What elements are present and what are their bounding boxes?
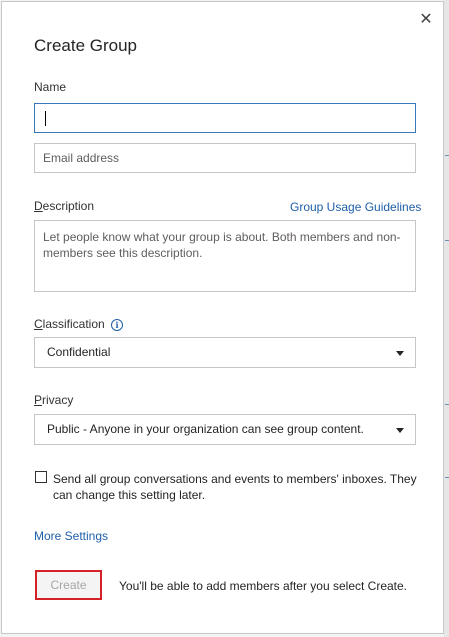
group-usage-guidelines-link[interactable]: Group Usage Guidelines	[290, 200, 421, 214]
send-conversations-checkbox[interactable]	[35, 471, 47, 483]
privacy-select[interactable]: Public - Anyone in your organization can…	[34, 414, 416, 445]
email-field[interactable]: Email address	[34, 143, 416, 173]
text-caret	[45, 111, 46, 126]
classification-label: Classification	[34, 317, 105, 331]
description-textarea[interactable]: Let people know what your group is about…	[34, 220, 416, 292]
description-label-accesskey: D	[34, 199, 43, 213]
classification-value: Confidential	[47, 345, 111, 359]
edge-mark	[445, 477, 449, 478]
edge-mark	[445, 240, 449, 241]
edge-mark	[445, 155, 449, 156]
more-settings-link[interactable]: More Settings	[34, 529, 108, 543]
edge-mark	[445, 404, 449, 405]
description-label: Description	[34, 199, 94, 213]
info-icon[interactable]: i	[111, 319, 123, 331]
classification-select[interactable]: Confidential	[34, 337, 416, 368]
classification-label-rest: lassification	[42, 317, 105, 331]
close-icon[interactable]: ✕	[416, 10, 436, 30]
background-window-edge	[444, 0, 449, 637]
privacy-label: Privacy	[34, 393, 73, 407]
description-placeholder: Let people know what your group is about…	[43, 230, 401, 260]
email-placeholder: Email address	[43, 151, 120, 165]
send-conversations-label[interactable]: Send all group conversations and events …	[53, 471, 423, 503]
name-input[interactable]	[34, 103, 416, 133]
description-label-rest: escription	[42, 199, 95, 213]
name-label: Name	[34, 80, 67, 94]
privacy-label-accesskey: P	[34, 393, 43, 407]
create-group-dialog: ✕ Create Group Name Email address Descri…	[1, 1, 444, 634]
create-hint: You'll be able to add members after you …	[119, 579, 408, 593]
dialog-title: Create Group	[34, 36, 137, 55]
chevron-down-icon	[396, 351, 404, 356]
privacy-label-rest: rivacy	[42, 393, 74, 407]
privacy-value: Public - Anyone in your organization can…	[47, 422, 364, 436]
chevron-down-icon	[396, 428, 404, 433]
create-button[interactable]: Create	[35, 570, 102, 600]
classification-label-accesskey: C	[34, 317, 43, 331]
